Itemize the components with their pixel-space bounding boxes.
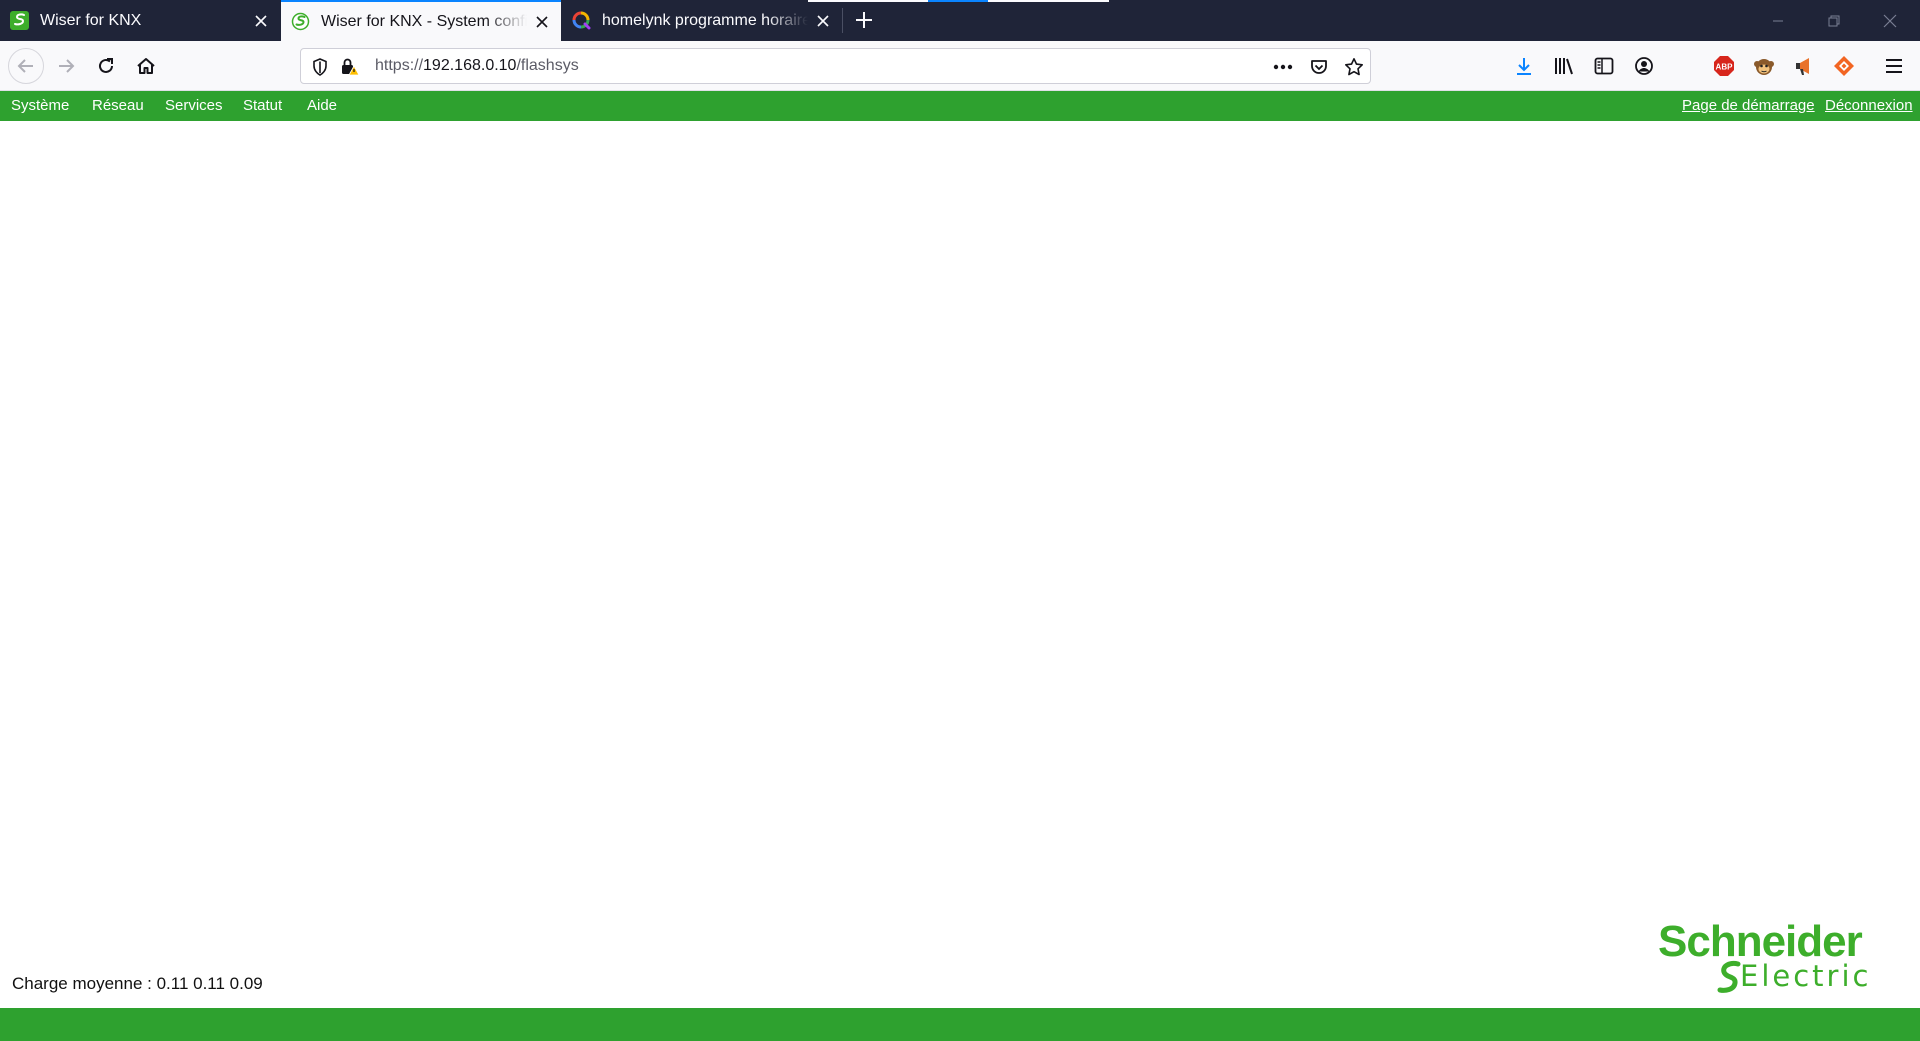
close-window-button[interactable] bbox=[1862, 0, 1918, 41]
tab-loading-indicator bbox=[988, 0, 1109, 2]
reload-button[interactable] bbox=[90, 50, 122, 82]
load-average-text: Charge moyenne : 0.11 0.11 0.09 bbox=[12, 974, 263, 993]
adblock-plus-icon[interactable]: ABP bbox=[1708, 50, 1740, 82]
tracking-protection-shield-icon[interactable] bbox=[309, 56, 331, 78]
menu-reseau[interactable]: Réseau bbox=[92, 97, 144, 114]
tab-title: Wiser for KNX bbox=[40, 11, 142, 29]
svg-text:ABP: ABP bbox=[1716, 63, 1734, 72]
url-path: /flashsys bbox=[516, 57, 579, 74]
insecure-lock-warning-icon[interactable] bbox=[339, 56, 361, 78]
page-actions-more-icon[interactable] bbox=[1272, 56, 1294, 78]
schneider-favicon-icon bbox=[10, 11, 29, 30]
downloads-icon[interactable] bbox=[1508, 50, 1540, 82]
tab-wiser-for-knx[interactable]: Wiser for KNX bbox=[0, 0, 280, 41]
schneider-favicon-icon bbox=[291, 12, 310, 31]
tab-title: Wiser for KNX - System configuration bbox=[321, 12, 527, 30]
diamond-extension-icon[interactable] bbox=[1828, 50, 1860, 82]
minimize-window-button[interactable] bbox=[1750, 0, 1806, 41]
main-content bbox=[0, 121, 1920, 1008]
url-scheme: https:// bbox=[375, 57, 424, 74]
logo-line2: Electric bbox=[1740, 959, 1872, 993]
tab-system-configuration[interactable]: Wiser for KNX - System configuration bbox=[281, 0, 561, 41]
search-engine-favicon-icon bbox=[572, 11, 591, 30]
monkey-extension-icon[interactable] bbox=[1748, 50, 1780, 82]
tab-homelynk-search[interactable]: homelynk programme horaire bbox=[562, 0, 842, 41]
tab-close-icon[interactable] bbox=[252, 12, 270, 30]
tab-separator bbox=[842, 8, 843, 33]
tab-close-icon[interactable] bbox=[533, 13, 551, 31]
forward-button[interactable] bbox=[50, 50, 82, 82]
pocket-icon[interactable] bbox=[1308, 56, 1330, 78]
tab-close-icon[interactable] bbox=[814, 12, 832, 30]
account-icon[interactable] bbox=[1628, 50, 1660, 82]
menu-statut[interactable]: Statut bbox=[243, 97, 282, 114]
megaphone-extension-icon[interactable] bbox=[1788, 50, 1820, 82]
browser-navigation-toolbar: https://192.168.0.10/flashsys ABP bbox=[0, 41, 1920, 91]
library-icon[interactable] bbox=[1548, 50, 1580, 82]
menu-aide[interactable]: Aide bbox=[307, 97, 337, 114]
tab-loading-indicator bbox=[808, 0, 928, 2]
menu-services[interactable]: Services bbox=[165, 97, 223, 114]
application-menu-icon[interactable] bbox=[1878, 50, 1910, 82]
back-button[interactable] bbox=[8, 48, 44, 84]
url-bar[interactable]: https://192.168.0.10/flashsys bbox=[300, 48, 1371, 84]
sidebar-toggle-icon[interactable] bbox=[1588, 50, 1620, 82]
restore-window-button[interactable] bbox=[1806, 0, 1862, 41]
tab-loading-indicator bbox=[928, 0, 988, 2]
app-menubar: Système Réseau Services Statut Aide Page… bbox=[0, 91, 1920, 121]
tab-title: homelynk programme horaire bbox=[602, 11, 808, 29]
home-button[interactable] bbox=[130, 50, 162, 82]
url-text[interactable]: https://192.168.0.10/flashsys bbox=[375, 57, 579, 75]
menu-systeme[interactable]: Système bbox=[11, 97, 69, 114]
schneider-electric-logo: Schneider Electric bbox=[1654, 917, 1910, 997]
new-tab-button[interactable] bbox=[852, 8, 876, 32]
start-page-link[interactable]: Page de démarrage bbox=[1682, 97, 1815, 114]
url-host: 192.168.0.10 bbox=[423, 57, 517, 74]
browser-tab-bar: Wiser for KNX Wiser for KNX - System con… bbox=[0, 0, 1920, 41]
bookmark-star-icon[interactable] bbox=[1343, 56, 1365, 78]
logout-link[interactable]: Déconnexion bbox=[1825, 97, 1913, 114]
footer-bar bbox=[0, 1008, 1920, 1041]
